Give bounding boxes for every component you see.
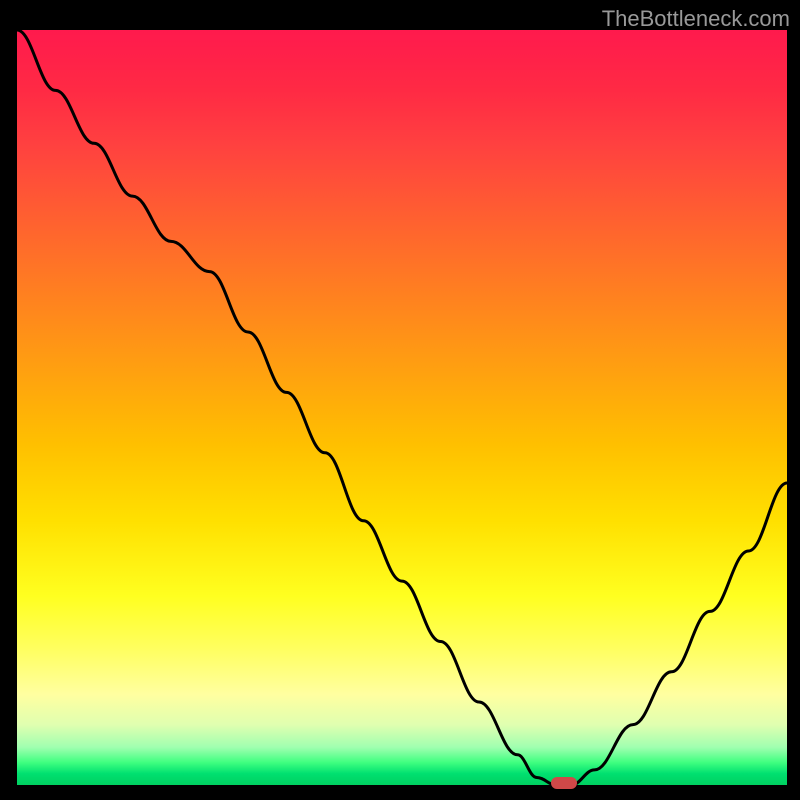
chart-container: TheBottleneck.com [0,0,800,800]
watermark-text: TheBottleneck.com [602,6,790,32]
bottleneck-curve [17,30,787,785]
optimal-point-marker [551,777,577,789]
plot-area [17,30,787,785]
